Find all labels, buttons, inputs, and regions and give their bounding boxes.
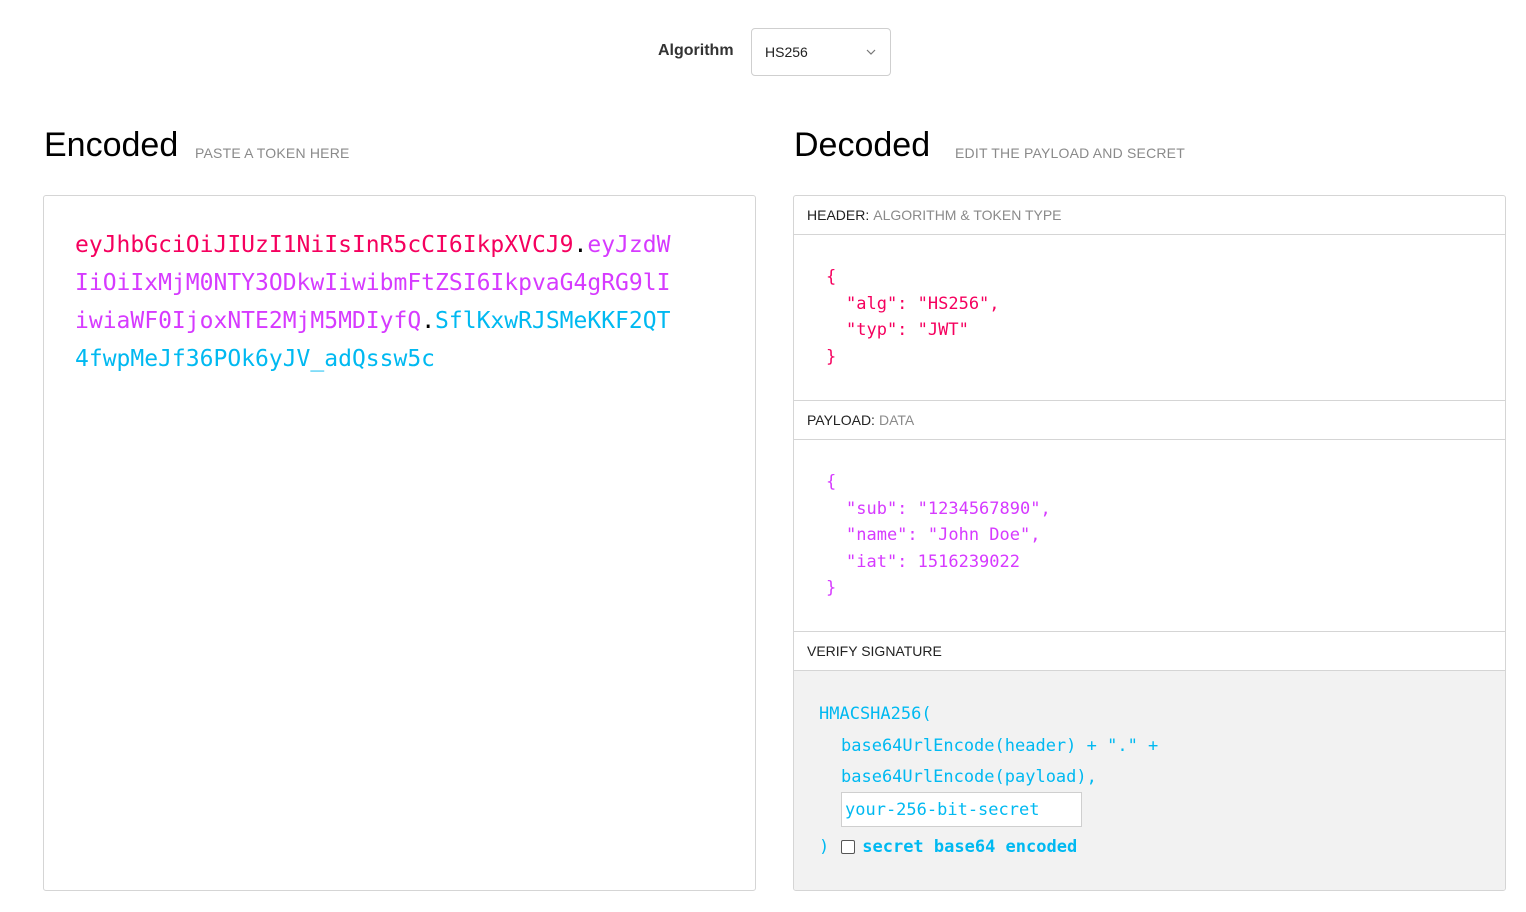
signature-area: HMACSHA256( base64UrlEncode(header) + ".… [794,671,1505,890]
json-line: { [826,472,837,492]
json-line: "sub": "1234567890", [846,498,1051,519]
payload-json-editor[interactable]: { "sub": "1234567890", "name": "John Doe… [826,469,1051,602]
signature-code: HMACSHA256( base64UrlEncode(header) + ".… [819,699,1158,794]
payload-section-sublabel: DATA [878,412,915,428]
decoded-subtitle: EDIT THE PAYLOAD AND SECRET [955,145,1185,161]
header-section-sublabel: ALGORITHM & TOKEN TYPE [873,207,1062,223]
signature-section-label: VERIFY SIGNATURE [807,643,942,659]
hmac-function-close: ) [819,837,830,857]
json-line: } [826,346,837,367]
encoded-token: eyJhbGciOiJIUzI1NiIsInR5cCI6IkpXVCJ9.eyJ… [75,226,675,378]
json-line: { [826,267,837,287]
json-line: "iat": 1516239022 [846,551,1020,572]
signature-line-header: base64UrlEncode(header) + "." + [841,735,1159,756]
token-separator: . [573,232,588,258]
algorithm-select[interactable]: HS256 [751,28,891,76]
chevron-down-icon [866,49,876,55]
decoded-title: Decoded [794,126,931,164]
signature-line-payload: base64UrlEncode(payload), [841,767,1097,787]
token-separator: . [421,308,436,334]
algorithm-label: Algorithm [658,42,734,59]
algorithm-selected-value: HS256 [765,44,808,60]
encoded-title: Encoded [44,126,179,164]
header-section-title: HEADER: ALGORITHM & TOKEN TYPE [794,196,1505,235]
encoded-subtitle: PASTE A TOKEN HERE [195,145,350,161]
token-header-part: eyJhbGciOiJIUzI1NiIsInR5cCI6IkpXVCJ9 [75,232,574,258]
base64-encoded-checkbox[interactable] [841,840,856,854]
signature-section-title: VERIFY SIGNATURE [794,632,1505,671]
json-line: "typ": "JWT" [846,320,969,340]
algorithm-row: Algorithm HS256 [0,28,1526,76]
encoded-token-editor[interactable]: eyJhbGciOiJIUzI1NiIsInR5cCI6IkpXVCJ9.eyJ… [43,195,756,891]
jwt-debugger-page: Algorithm HS256 Encoded PASTE A TOKEN HE… [0,0,1526,912]
payload-section-label: PAYLOAD: [807,412,875,428]
decoded-panel: HEADER: ALGORITHM & TOKEN TYPE { "alg": "… [793,195,1506,891]
json-line: "alg": "HS256", [846,293,1000,314]
json-line: } [826,578,837,598]
payload-section-title: PAYLOAD: DATA [794,401,1505,440]
header-json-editor[interactable]: { "alg": "HS256", "typ": "JWT" } [826,264,1000,370]
base64-encoded-label[interactable]: secret base64 encoded [862,837,1077,857]
signature-close-row: ) secret base64 encoded [819,835,1077,859]
json-line: "name": "John Doe", [846,525,1041,545]
header-section-label: HEADER: [807,207,870,223]
secret-input[interactable] [841,792,1082,827]
hmac-function-open: HMACSHA256( [819,704,932,724]
